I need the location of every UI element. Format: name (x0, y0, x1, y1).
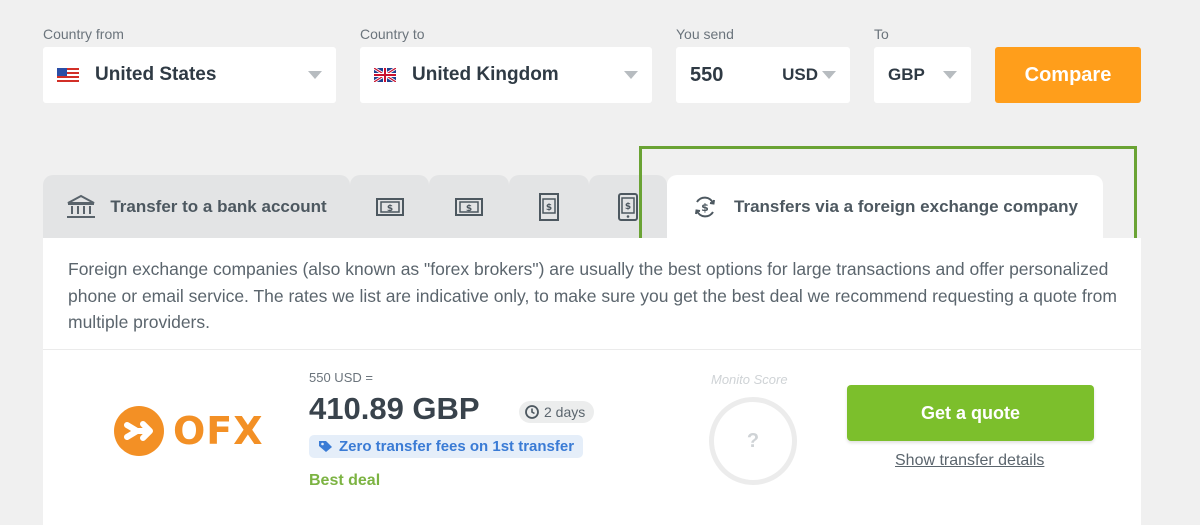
bank-icon (67, 194, 96, 218)
send-currency-value: USD (782, 65, 818, 84)
country-from-label: Country from (43, 26, 124, 42)
tab-cash-delivery[interactable]: $ (429, 175, 509, 238)
country-to-select[interactable]: United Kingdom (360, 47, 652, 103)
score-value: ? (746, 429, 760, 452)
tab-mobile-airtime[interactable]: $ (589, 175, 667, 238)
tab-bank-account-label: Transfer to a bank account (110, 196, 327, 216)
svg-text:$: $ (701, 201, 709, 214)
mobile-money-icon: $ (539, 192, 559, 221)
divider (43, 349, 1141, 350)
country-from-value: United States (95, 64, 217, 85)
tab-foreign-exchange-label: Transfers via a foreign exchange company (734, 196, 1078, 216)
tab-foreign-exchange[interactable]: $ Transfers via a foreign exchange compa… (667, 175, 1103, 238)
receive-amount: 410.89 GBP (309, 391, 480, 426)
country-to-value: United Kingdom (412, 64, 559, 85)
cash-icon: $ (375, 197, 404, 216)
chevron-down-icon (943, 71, 957, 79)
chevron-down-icon (822, 71, 836, 79)
duration-badge: 2 days (519, 401, 595, 423)
svg-text:$: $ (386, 204, 392, 214)
ofx-logo-icon (114, 406, 164, 456)
cash-icon: $ (455, 197, 483, 216)
svg-text:$: $ (546, 203, 552, 213)
country-from-select[interactable]: United States (43, 47, 336, 103)
tag-icon (319, 441, 332, 452)
receive-currency-select[interactable]: GBP (874, 47, 971, 103)
tab-description: Foreign exchange companies (also known a… (68, 259, 1117, 332)
provider-logo: OFX (113, 405, 264, 457)
clock-icon (525, 405, 539, 419)
send-amount-input[interactable]: 550 (690, 64, 723, 87)
send-currency-select[interactable]: USD (782, 65, 836, 85)
get-quote-button[interactable]: Get a quote (847, 385, 1094, 441)
tab-cash-pickup[interactable]: $ (350, 175, 429, 238)
svg-text:$: $ (625, 202, 631, 212)
score-indicator[interactable]: ? (709, 397, 797, 485)
promo-text: Zero transfer fees on 1st transfer (339, 438, 575, 455)
results-panel: Foreign exchange companies (also known a… (43, 238, 1141, 525)
tab-bank-account[interactable]: Transfer to a bank account (43, 175, 350, 238)
you-send-label: You send (676, 26, 734, 42)
chevron-down-icon (624, 71, 638, 79)
chevron-down-icon (308, 71, 322, 79)
duration-text: 2 days (544, 404, 586, 420)
best-deal-label: Best deal (309, 472, 381, 489)
show-details-link[interactable]: Show transfer details (895, 452, 1044, 470)
receive-currency-value: GBP (888, 65, 925, 84)
currency-exchange-icon: $ (695, 196, 716, 217)
uk-flag-icon (374, 68, 396, 82)
mobile-phone-icon: $ (618, 192, 638, 221)
tab-mobile-money[interactable]: $ (509, 175, 589, 238)
send-amount-group: 550 USD (676, 47, 850, 103)
us-flag-icon (57, 68, 79, 82)
svg-text:$: $ (466, 204, 472, 214)
provider-name: OFX (173, 409, 264, 453)
compare-button[interactable]: Compare (995, 47, 1141, 103)
send-summary: 550 USD = (309, 370, 373, 385)
promo-badge: Zero transfer fees on 1st transfer (309, 435, 584, 458)
country-to-label: Country to (360, 26, 425, 42)
score-label: Monito Score (711, 372, 788, 387)
to-label: To (874, 26, 889, 42)
